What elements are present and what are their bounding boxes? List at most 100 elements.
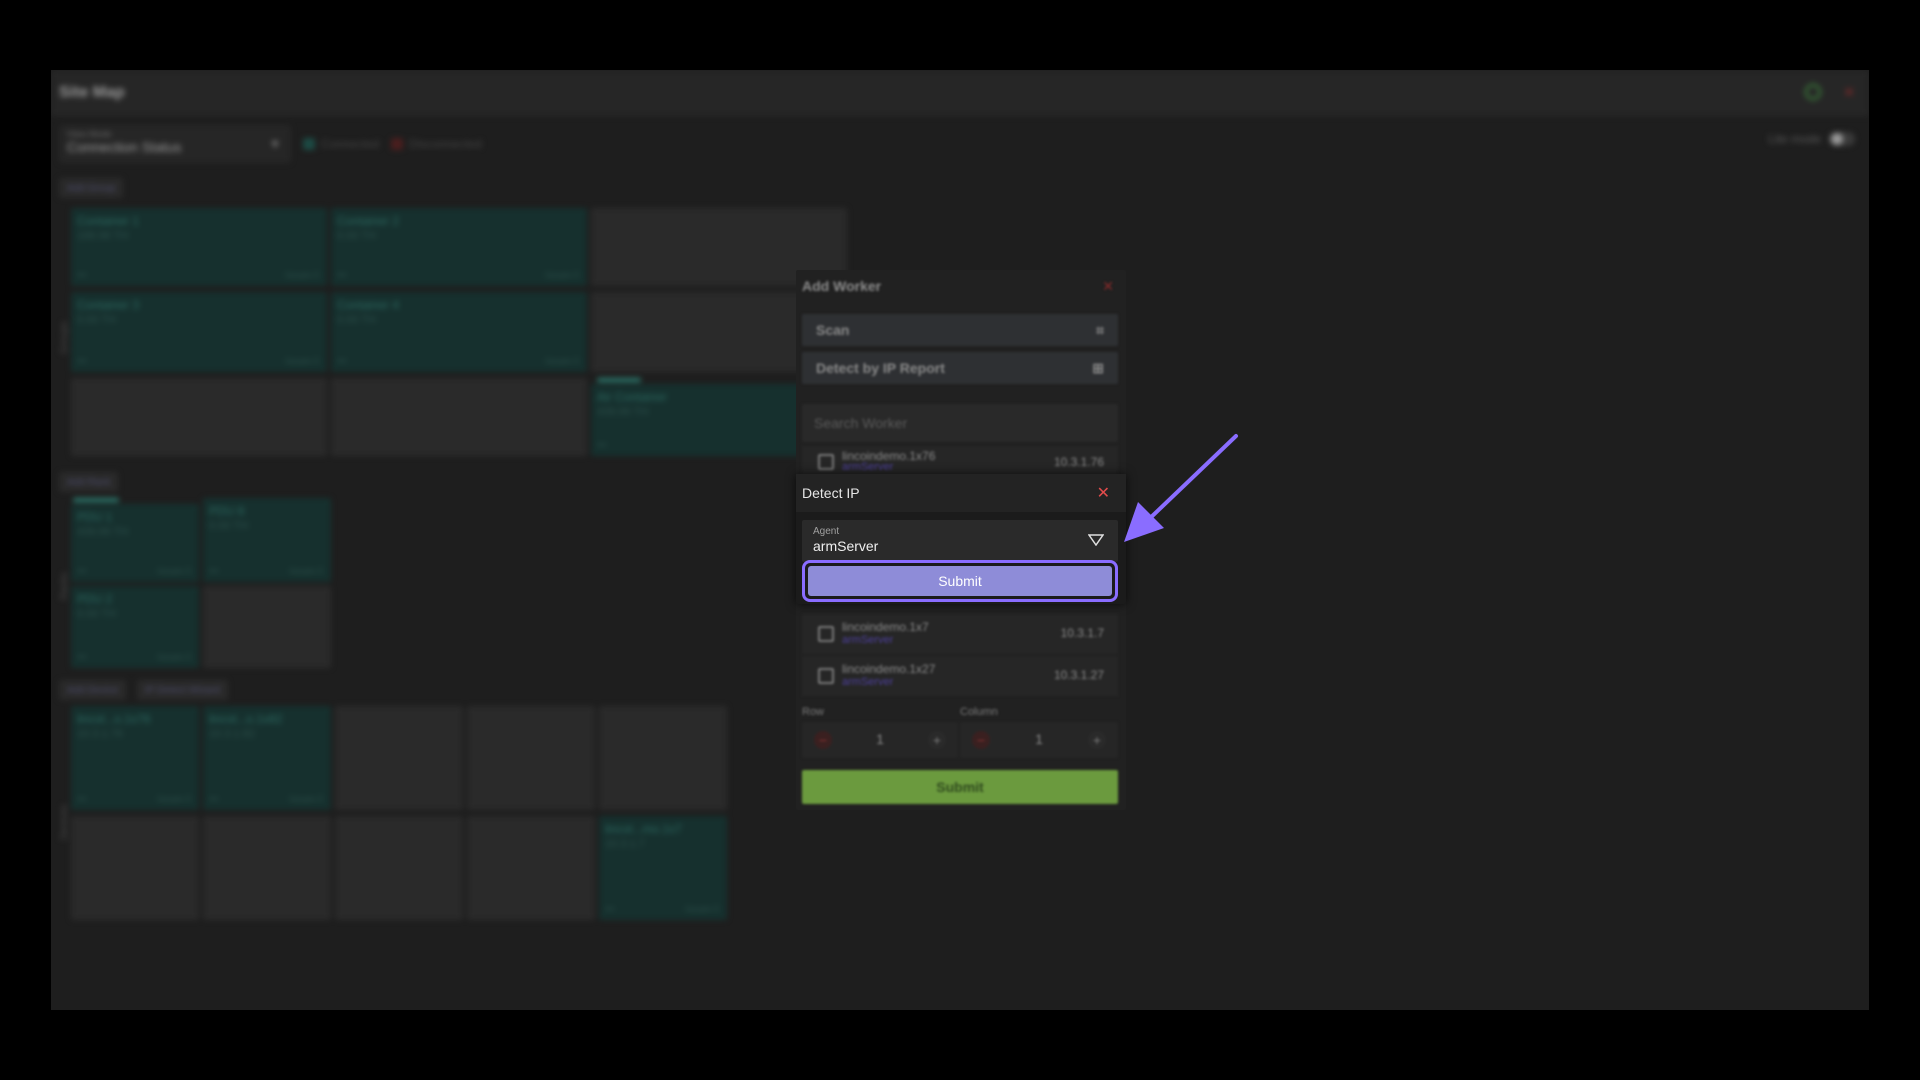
cell-hashrate: 0.00 TH <box>77 608 116 620</box>
empty-cell[interactable] <box>335 706 463 810</box>
search-worker-input[interactable]: Search Worker <box>802 404 1118 442</box>
add-rack-button[interactable]: Add Rack <box>59 472 119 492</box>
worker-row[interactable]: lincoindemo.1x27 armServer 10.3.1.27 <box>802 656 1118 696</box>
empty-cell[interactable] <box>71 816 199 920</box>
empty-cell[interactable] <box>331 378 587 456</box>
worker-ip: 10.3.1.76 <box>1053 455 1104 469</box>
selection-indicator <box>597 378 641 382</box>
lite-mode-toggle[interactable] <box>1829 132 1855 146</box>
empty-cell[interactable] <box>467 816 595 920</box>
cell-name: PDU 8 <box>209 504 245 518</box>
cell-footer: ••• <box>209 794 219 804</box>
legend-disconnected: Disconnected <box>391 137 482 151</box>
scan-button[interactable]: Scan ⌗ <box>802 314 1118 346</box>
cell-hashrate: 0.00 TH <box>77 314 116 326</box>
ip-detect-wizard-button[interactable]: IP Detect Wizard <box>137 680 228 700</box>
rack-cell[interactable]: PDU 2 0.00 TH ••• Issues 0 <box>71 586 199 668</box>
selection-indicator <box>73 498 119 502</box>
cell-footer: ••• <box>337 356 347 366</box>
cell-footer: ••• <box>77 794 87 804</box>
detect-by-ip-report-label: Detect by IP Report <box>816 360 945 376</box>
connected-swatch <box>303 138 315 150</box>
refresh-icon[interactable] <box>1805 84 1822 100</box>
detect-ip-submit-button[interactable]: Submit <box>802 560 1118 602</box>
worker-ip: 10.3.1.27 <box>1053 668 1104 682</box>
column-stepper[interactable]: − 1 + <box>960 722 1118 758</box>
cell-issues: Issues 0 <box>545 356 579 366</box>
cell-ip: 10.3.1.82 <box>209 728 255 740</box>
add-group-button[interactable]: Add Group <box>59 178 124 198</box>
cell-name: PDU 2 <box>77 592 113 606</box>
window-titlebar: Site Map ✕ <box>51 70 1869 116</box>
cell-issues: Issues 0 <box>285 356 319 366</box>
plus-icon[interactable]: + <box>928 731 946 749</box>
cell-name: Container 2 <box>337 214 400 228</box>
empty-cell[interactable] <box>467 706 595 810</box>
cell-footer: ••• <box>605 904 615 914</box>
group-cell[interactable]: Container 4 0.00 TH ••• Issues 0 <box>331 292 587 372</box>
group-cell[interactable]: Container 3 0.00 TH ••• Issues 0 <box>71 292 327 372</box>
worker-ip: 10.3.1.7 <box>1060 626 1104 640</box>
group-cell[interactable]: Container 2 0.00 TH ••• Issues 0 <box>331 208 587 286</box>
view-mode-select[interactable]: View Mode Connection Status ▼ <box>59 125 291 163</box>
detect-by-ip-report-button[interactable]: Detect by IP Report ⊞ <box>802 352 1118 384</box>
device-cell[interactable]: lincol...mo.1x7 10.3.1.7 ••• Issues 0 <box>599 816 727 920</box>
detect-ip-title: Detect IP <box>802 485 860 501</box>
cell-name: Container 1 <box>77 214 140 228</box>
groups-side-label: Groups <box>59 321 70 354</box>
empty-cell[interactable] <box>335 816 463 920</box>
plus-icon[interactable]: + <box>1088 731 1106 749</box>
cell-footer: ••• <box>77 566 87 576</box>
cell-footer: ••• <box>209 566 219 576</box>
rack-cell[interactable]: PDU 8 0.00 TH ••• Issues 0 <box>203 498 331 582</box>
row-stepper[interactable]: − 1 + <box>802 722 958 758</box>
cell-name: Container 4 <box>337 298 400 312</box>
agent-select[interactable]: Agent armServer <box>802 520 1118 562</box>
lite-mode-label: Lite mode <box>1768 132 1821 146</box>
cell-hashrate: 439.99 TH <box>77 526 129 538</box>
cell-name: Air Container <box>597 390 668 404</box>
worker-checkbox[interactable] <box>818 668 834 684</box>
empty-cell[interactable] <box>203 816 331 920</box>
disconnected-swatch <box>391 138 404 150</box>
close-icon[interactable]: ✕ <box>1097 483 1110 503</box>
cell-name: lincol...o.1x76 <box>77 712 151 726</box>
group-cell[interactable]: Container 1 188.98 TH ••• Issues 0 <box>71 208 327 286</box>
add-worker-close-icon[interactable]: ✕ <box>1102 278 1114 295</box>
cell-footer: ••• <box>337 270 347 280</box>
detect-ip-header: Detect IP ✕ <box>796 474 1126 512</box>
device-cell[interactable]: lincol...o.1x76 10.3.1.76 ••• Issues 0 <box>71 706 199 810</box>
worker-server: armServer <box>842 461 894 473</box>
detect-ip-dialog: Detect IP ✕ Agent armServer Submit <box>796 474 1126 604</box>
cell-footer: ••• <box>77 356 87 366</box>
cell-issues: Issues 0 <box>685 904 719 914</box>
close-window-icon[interactable]: ✕ <box>1843 84 1855 101</box>
add-worker-title: Add Worker <box>802 278 882 294</box>
rack-cell[interactable]: PDU 1 439.99 TH ••• Issues 0 <box>71 504 199 582</box>
cell-name: Container 3 <box>77 298 140 312</box>
worker-checkbox[interactable] <box>818 454 834 470</box>
add-device-button[interactable]: Add Device <box>59 680 127 700</box>
chevron-down-icon: ▼ <box>269 137 281 151</box>
cell-issues: Issues 0 <box>157 794 191 804</box>
row-label: Row <box>802 706 825 718</box>
worker-server: armServer <box>842 634 894 646</box>
worker-server: armServer <box>842 676 894 688</box>
device-cell[interactable]: lincol...o.1x82 10.3.1.82 ••• Issues 0 <box>203 706 331 810</box>
cell-name: lincol...o.1x82 <box>209 712 283 726</box>
worker-row[interactable]: lincoindemo.1x7 armServer 10.3.1.7 <box>802 614 1118 654</box>
agent-value: armServer <box>813 538 879 554</box>
view-mode-label: View Mode <box>67 129 112 139</box>
worker-checkbox[interactable] <box>818 626 834 642</box>
cell-issues: Issues 0 <box>285 270 319 280</box>
empty-cell[interactable] <box>203 586 331 668</box>
empty-cell[interactable] <box>71 378 327 456</box>
empty-cell[interactable] <box>599 706 727 810</box>
worker-row[interactable]: lincoindemo.1x76 armServer 10.3.1.76 <box>802 446 1118 476</box>
add-worker-submit-button[interactable]: Submit <box>802 770 1118 804</box>
legend-connected-label: Connected <box>321 137 380 151</box>
legend-disconnected-label: Disconnected <box>409 137 482 151</box>
cell-name: lincol...mo.1x7 <box>605 822 682 836</box>
cell-issues: Issues 0 <box>289 794 323 804</box>
worker-name: lincoindemo.1x27 <box>842 662 936 676</box>
